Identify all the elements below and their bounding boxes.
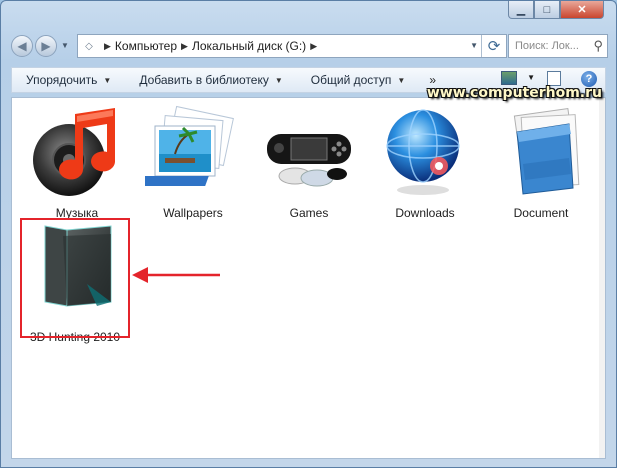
- folder-item-games[interactable]: Games: [254, 104, 364, 220]
- folder-item-document[interactable]: Document: [486, 104, 596, 220]
- search-icon[interactable]: ⚲: [593, 38, 603, 54]
- refresh-button[interactable]: ⟳: [481, 35, 506, 57]
- recent-pages-dropdown[interactable]: ▼: [61, 41, 69, 50]
- folder-item-downloads[interactable]: Downloads: [370, 104, 480, 220]
- maximize-button[interactable]: □: [534, 1, 560, 19]
- address-dropdown[interactable]: ▼: [470, 41, 478, 50]
- watermark: www.computerhom.ru: [426, 85, 602, 101]
- folder-item-wallpapers[interactable]: Wallpapers: [125, 104, 248, 220]
- arrow-left-icon: ◀: [17, 39, 27, 53]
- document-folder-icon: [493, 104, 589, 200]
- chevron-down-icon: ▼: [274, 75, 283, 85]
- minimize-button[interactable]: ▁: [508, 1, 534, 19]
- pictures-icon: [125, 104, 241, 200]
- folder-item-music[interactable]: Музыка: [22, 104, 132, 220]
- chevron-down-icon: ▼: [103, 75, 112, 85]
- game-console-icon: [261, 104, 357, 200]
- navigation-row: ◀ ▶ ▼ ◇ ▶ Компьютер ▶ Локальный диск (G:…: [11, 33, 608, 59]
- chevron-right-icon[interactable]: ▶: [310, 41, 317, 52]
- folder-label: Downloads: [395, 206, 455, 220]
- address-bar[interactable]: ◇ ▶ Компьютер ▶ Локальный диск (G:) ▶ ▼ …: [77, 34, 507, 58]
- chevron-right-icon[interactable]: ▶: [104, 41, 111, 52]
- folder-label: Games: [289, 206, 329, 220]
- file-list: Музыка Wallpapers Games Downloads Docume…: [11, 97, 606, 459]
- explorer-window: ▁ □ ✕ ◀ ▶ ▼ ◇ ▶ Компьютер ▶ Локальный ди…: [0, 0, 617, 468]
- share-menu[interactable]: Общий доступ ▼: [297, 73, 420, 87]
- drive-icon: ◇: [85, 40, 93, 52]
- back-button[interactable]: ◀: [11, 35, 33, 57]
- view-dropdown[interactable]: ▼: [527, 73, 535, 82]
- folder-label: Wallpapers: [163, 206, 223, 220]
- organize-label: Упорядочить: [26, 73, 98, 87]
- folder-label: Document: [513, 206, 569, 220]
- add-to-library-label: Добавить в библиотеку: [139, 73, 269, 87]
- chevron-right-icon[interactable]: ▶: [181, 41, 188, 52]
- music-note-icon: [29, 104, 125, 200]
- search-placeholder: Поиск: Лок...: [515, 40, 579, 52]
- forward-button[interactable]: ▶: [35, 35, 57, 57]
- breadcrumb-local-disk[interactable]: Локальный диск (G:): [192, 39, 306, 53]
- search-input[interactable]: Поиск: Лок... ⚲: [508, 34, 608, 58]
- close-button[interactable]: ✕: [560, 1, 604, 19]
- change-view-icon[interactable]: [501, 71, 517, 85]
- caption-buttons: ▁ □ ✕: [508, 1, 604, 19]
- chevron-down-icon: ▼: [397, 75, 406, 85]
- highlight-box: [20, 218, 130, 338]
- globe-icon: [377, 104, 473, 200]
- preview-pane-icon[interactable]: [547, 71, 561, 86]
- add-to-library-menu[interactable]: Добавить в библиотеку ▼: [125, 73, 296, 87]
- arrow-right-icon: ▶: [41, 39, 51, 53]
- organize-menu[interactable]: Упорядочить ▼: [12, 73, 125, 87]
- refresh-icon: ⟳: [487, 38, 501, 55]
- share-label: Общий доступ: [310, 73, 392, 87]
- arrow-left-icon: [132, 267, 220, 283]
- scrollbar[interactable]: [599, 98, 605, 458]
- breadcrumb-computer[interactable]: Компьютер: [115, 39, 177, 53]
